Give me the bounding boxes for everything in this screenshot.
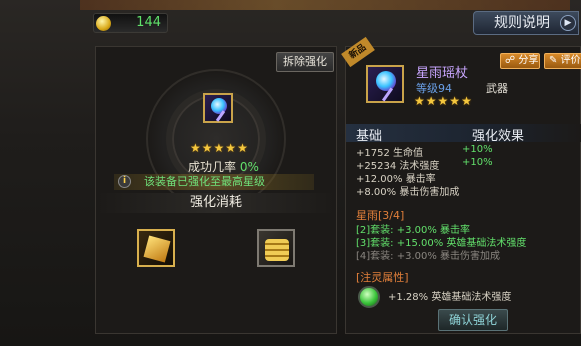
bonus-header: 强化效果: [472, 129, 525, 144]
gold-coins-icon[interactable]: [257, 229, 295, 267]
edit-icon: ✎: [549, 55, 558, 66]
notice-text: 该装备已强化至最高星级: [144, 175, 265, 188]
rate-label: 评价: [560, 55, 581, 66]
consume-title: 强化消耗: [96, 193, 336, 213]
currency-bar: 144: [93, 13, 168, 33]
star-icon: ★: [213, 141, 225, 155]
rate-button[interactable]: ✎ 评价: [544, 53, 581, 69]
star-icon: ★: [414, 94, 425, 108]
remove-enhance-button[interactable]: 拆除强化: [276, 52, 334, 72]
rules-button[interactable]: 规则说明 ▶: [473, 11, 579, 35]
enhance-stars: ★ ★ ★ ★ ★: [190, 141, 248, 155]
staff-icon: [366, 65, 404, 103]
star-icon: ★: [225, 141, 237, 155]
share-button[interactable]: ☍ 分享: [500, 53, 540, 69]
share-label: 分享: [518, 55, 539, 66]
staff-icon[interactable]: [203, 93, 233, 123]
inject-text: +1.28% 英雄基础法术强度: [388, 292, 512, 303]
enhance-panel: 拆除强化 ★ ★ ★ ★ ★ 成功几率 0% i 该装备已强化至最高星级 强化消…: [95, 46, 337, 334]
star-icon: ★: [461, 94, 472, 108]
success-rate: 成功几率 0%: [188, 158, 259, 175]
info-icon: i: [118, 175, 131, 188]
rules-label: 规则说明: [494, 15, 550, 31]
star-icon: ★: [190, 141, 201, 155]
coin-icon: [96, 16, 111, 31]
arrow-right-icon: ▶: [560, 15, 576, 31]
base-stats-header: 基础: [356, 129, 383, 144]
confirm-enhance-button[interactable]: 确认强化: [438, 309, 508, 331]
green-orb-icon: [358, 286, 380, 308]
stat-text: +8.00% 暴击伤害加成: [356, 187, 460, 198]
top-banner: [80, 0, 570, 10]
star-icon: ★: [237, 141, 248, 155]
success-label: 成功几率: [188, 160, 237, 174]
staff-gem: [376, 71, 396, 91]
star-icon: ★: [437, 94, 449, 108]
stat-bonus: +10%: [462, 144, 493, 155]
gold-coins-shape: [265, 239, 289, 261]
item-type: 武器: [486, 82, 508, 95]
item-stars: ★ ★ ★ ★ ★: [414, 94, 472, 108]
stats-header: 基础 强化效果: [346, 124, 581, 144]
gold-box-shape: [143, 235, 171, 263]
gold-box-icon[interactable]: [137, 229, 175, 267]
set-bonus-row: [4]套装: +3.00% 暴击伤害加成: [356, 251, 501, 262]
success-value: 0%: [239, 160, 259, 174]
currency-value: 144: [136, 15, 161, 30]
share-icon: ☍: [505, 55, 516, 66]
star-icon: ★: [201, 141, 213, 155]
stat-row: +8.00% 暴击伤害加成: [356, 183, 459, 198]
star-icon: ★: [425, 94, 437, 108]
max-star-notice: i 该装备已强化至最高星级: [114, 174, 314, 190]
item-info-panel: 新品 星雨瑶杖 等级94 武器 ★ ★ ★ ★ ★ ☍ 分享 ✎ 评价 基础 强…: [341, 36, 581, 334]
star-icon: ★: [449, 94, 461, 108]
item-name: 星雨瑶杖: [416, 66, 469, 81]
inject-title: [注灵属性]: [356, 271, 409, 284]
stat-bonus: +10%: [462, 157, 493, 168]
